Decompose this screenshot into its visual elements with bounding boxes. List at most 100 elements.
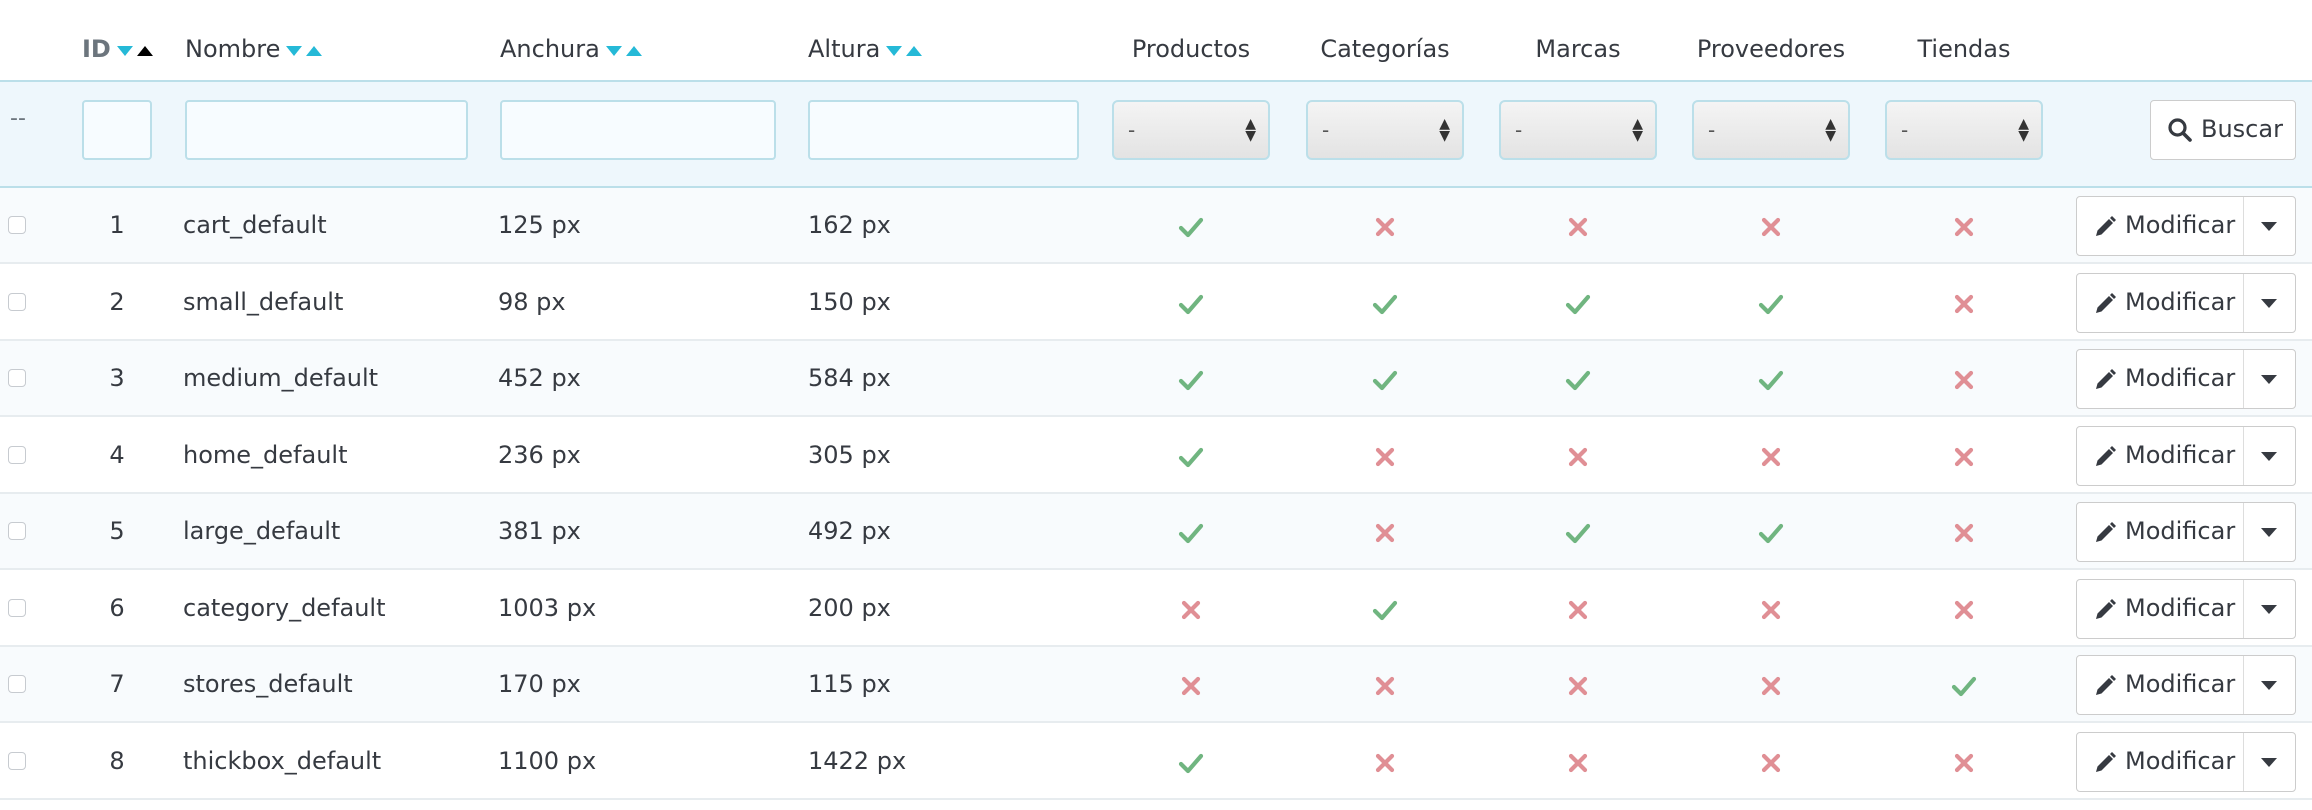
edit-button[interactable]: Modificar	[2076, 655, 2296, 715]
filter-height-input[interactable]	[808, 100, 1079, 160]
chevron-down-icon[interactable]	[2261, 222, 2277, 231]
chevron-down-icon[interactable]	[2261, 298, 2277, 308]
row-checkbox[interactable]	[8, 598, 26, 617]
chevron-down-icon[interactable]	[2261, 528, 2277, 537]
row-checkbox[interactable]	[8, 292, 26, 311]
row-id: 2	[109, 287, 125, 316]
check-icon[interactable]	[1372, 291, 1398, 317]
check-icon[interactable]	[1951, 673, 1977, 699]
search-button[interactable]: Buscar	[2150, 100, 2296, 160]
row-checkbox[interactable]	[8, 216, 26, 234]
check-icon[interactable]	[1758, 520, 1784, 546]
row-checkbox[interactable]	[8, 445, 26, 464]
image-settings-table: ID Nombre Anchura Altura Productos Categ…	[0, 0, 2312, 810]
cross-icon[interactable]	[1372, 750, 1398, 776]
row-name: small_default	[183, 287, 344, 316]
row-checkbox[interactable]	[8, 369, 26, 387]
column-header-id[interactable]: ID	[82, 34, 153, 65]
bulk-actions-placeholder: --	[10, 106, 26, 131]
edit-button[interactable]: Modificar	[2076, 502, 2296, 562]
filter-id-input[interactable]	[82, 100, 152, 160]
check-icon[interactable]	[1178, 367, 1204, 393]
edit-button[interactable]: Modificar	[2076, 731, 2296, 792]
table-row: 5 large_default 381 px 492 px Modificar	[0, 494, 2312, 570]
sort-desc-icon[interactable]	[116, 46, 133, 56]
edit-button-label: Modificar	[2125, 287, 2236, 316]
cross-icon[interactable]	[1951, 520, 1977, 546]
cross-icon[interactable]	[1178, 673, 1204, 699]
edit-button[interactable]: Modificar	[2076, 425, 2296, 486]
filter-products-select[interactable]: - ▲ ▼	[1112, 100, 1270, 160]
row-id: 3	[109, 364, 125, 392]
sort-asc-icon[interactable]	[306, 46, 323, 56]
cross-icon[interactable]	[1758, 214, 1784, 240]
cross-icon[interactable]	[1565, 214, 1591, 240]
filter-stores-select[interactable]: - ▲ ▼	[1885, 100, 2043, 160]
chevron-down-icon[interactable]	[2261, 375, 2277, 384]
cross-icon[interactable]	[1372, 214, 1398, 240]
row-name: stores_default	[183, 670, 353, 698]
chevron-down-icon[interactable]	[2261, 451, 2277, 461]
cross-icon[interactable]	[1758, 597, 1784, 623]
cross-icon[interactable]	[1372, 444, 1398, 470]
cross-icon[interactable]	[1565, 750, 1591, 776]
filter-name-input[interactable]	[185, 100, 468, 160]
check-icon[interactable]	[1758, 291, 1784, 317]
row-checkbox[interactable]	[8, 751, 26, 770]
check-icon[interactable]	[1178, 444, 1204, 470]
cross-icon[interactable]	[1565, 444, 1591, 470]
cross-icon[interactable]	[1758, 673, 1784, 699]
sort-desc-icon[interactable]	[886, 46, 903, 56]
edit-button[interactable]: Modificar	[2076, 578, 2296, 639]
column-header-height-label: Altura	[808, 35, 881, 63]
filter-brands-select[interactable]: - ▲ ▼	[1499, 100, 1657, 160]
sort-desc-icon[interactable]	[286, 46, 303, 56]
check-icon[interactable]	[1178, 750, 1204, 776]
check-icon[interactable]	[1565, 291, 1591, 317]
filter-width-input[interactable]	[500, 100, 776, 160]
sort-asc-icon[interactable]	[906, 46, 923, 56]
cross-icon[interactable]	[1565, 673, 1591, 699]
filter-suppliers-value: -	[1708, 118, 1716, 142]
row-checkbox[interactable]	[8, 675, 26, 693]
column-header-width[interactable]: Anchura	[500, 34, 642, 65]
edit-button[interactable]: Modificar	[2076, 272, 2296, 333]
column-header-name[interactable]: Nombre	[185, 34, 323, 65]
cross-icon[interactable]	[1951, 214, 1977, 240]
cross-icon[interactable]	[1372, 520, 1398, 546]
cross-icon[interactable]	[1951, 291, 1977, 317]
column-header-height[interactable]: Altura	[808, 34, 923, 65]
table-row: 8 thickbox_default 1100 px 1422 px Modificar	[0, 724, 2312, 800]
cross-icon[interactable]	[1178, 597, 1204, 623]
check-icon[interactable]	[1758, 367, 1784, 393]
sort-asc-icon[interactable]	[625, 46, 642, 56]
cross-icon[interactable]	[1951, 367, 1977, 393]
cross-icon[interactable]	[1951, 597, 1977, 623]
chevron-down-icon[interactable]	[2261, 757, 2277, 767]
cross-icon[interactable]	[1565, 597, 1591, 623]
filter-categories-select[interactable]: - ▲ ▼	[1306, 100, 1464, 160]
cross-icon[interactable]	[1758, 750, 1784, 776]
filter-suppliers-select[interactable]: - ▲ ▼	[1692, 100, 1850, 160]
cross-icon[interactable]	[1951, 444, 1977, 470]
check-icon[interactable]	[1372, 367, 1398, 393]
chevron-down-icon[interactable]	[2261, 604, 2277, 614]
check-icon[interactable]	[1372, 597, 1398, 623]
check-icon[interactable]	[1178, 214, 1204, 240]
edit-button[interactable]: Modificar	[2076, 196, 2296, 256]
row-checkbox[interactable]	[8, 522, 26, 540]
sort-desc-icon[interactable]	[605, 46, 622, 56]
filter-brands-value: -	[1515, 118, 1523, 142]
chevron-down-icon[interactable]	[2261, 681, 2277, 690]
check-icon[interactable]	[1565, 367, 1591, 393]
table-row: 6 category_default 1003 px 200 px Modificar	[0, 571, 2312, 647]
cross-icon[interactable]	[1951, 750, 1977, 776]
column-header-name-label: Nombre	[185, 35, 281, 63]
cross-icon[interactable]	[1758, 444, 1784, 470]
cross-icon[interactable]	[1372, 673, 1398, 699]
check-icon[interactable]	[1178, 291, 1204, 317]
sort-asc-icon[interactable]	[136, 46, 153, 56]
edit-button[interactable]: Modificar	[2076, 349, 2296, 409]
check-icon[interactable]	[1565, 520, 1591, 546]
check-icon[interactable]	[1178, 520, 1204, 546]
